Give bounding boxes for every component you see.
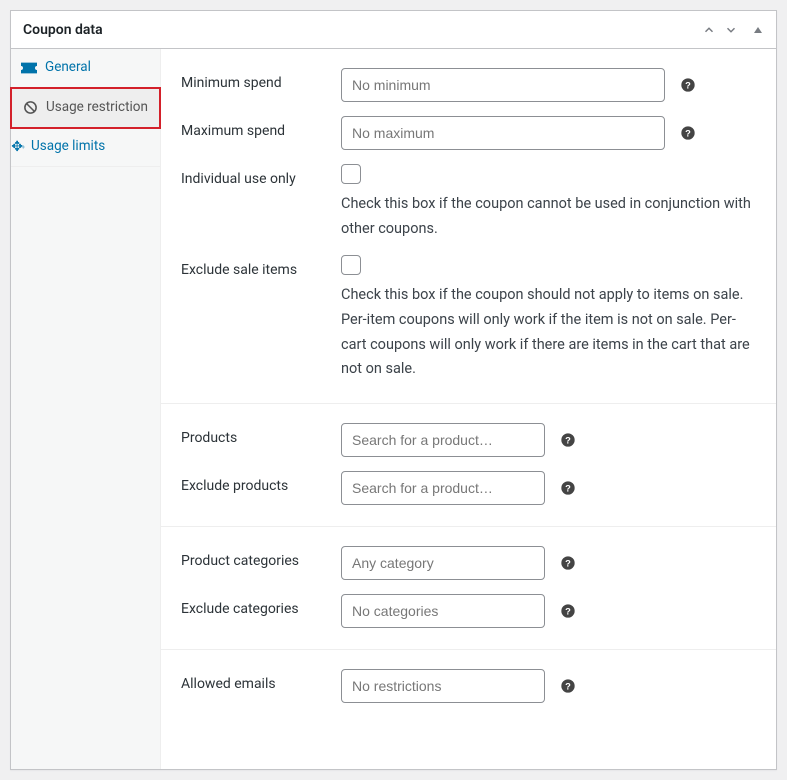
individual-use-desc: Check this box if the coupon cannot be u… (341, 192, 756, 241)
panel-title: Coupon data (23, 22, 103, 38)
label-individual-use: Individual use only (181, 164, 341, 187)
side-tabs: General Usage restriction ✥ Usag (11, 49, 161, 769)
individual-use-checkbox[interactable] (341, 164, 361, 184)
tab-usage-limits[interactable]: ✥ Usage limits (11, 128, 160, 167)
ticket-icon (21, 60, 37, 76)
help-icon[interactable]: ? (559, 431, 577, 449)
product-categories-input[interactable] (341, 546, 545, 580)
help-icon[interactable]: ? (559, 677, 577, 695)
field-exclude-sale: Exclude sale items Check this box if the… (161, 248, 776, 389)
help-icon[interactable]: ? (679, 124, 697, 142)
svg-text:?: ? (685, 80, 691, 90)
move-up-icon[interactable] (702, 23, 716, 37)
section-categories: Product categories ? Exclude categories (161, 527, 776, 650)
exclude-categories-input[interactable] (341, 594, 545, 628)
svg-text:?: ? (565, 606, 571, 616)
svg-text:?: ? (685, 128, 691, 138)
tab-content: Minimum spend ? Maximum spend (161, 49, 776, 769)
label-exclude-sale: Exclude sale items (181, 255, 341, 278)
exclude-products-input[interactable] (341, 471, 545, 505)
svg-text:?: ? (565, 483, 571, 493)
tab-label: Usage limits (31, 138, 105, 156)
label-product-categories: Product categories (181, 546, 341, 569)
tab-general[interactable]: General (11, 49, 160, 88)
tab-usage-restriction[interactable]: Usage restriction (12, 89, 159, 128)
panel-header: Coupon data (11, 11, 776, 49)
allowed-emails-input[interactable] (341, 669, 545, 703)
maximum-spend-input[interactable] (341, 116, 665, 150)
help-icon[interactable]: ? (559, 479, 577, 497)
panel-controls (702, 23, 764, 37)
section-products: Products ? Exclude products (161, 404, 776, 527)
svg-text:?: ? (565, 558, 571, 568)
panel-body: General Usage restriction ✥ Usag (11, 49, 776, 769)
field-products: Products ? (161, 416, 776, 464)
section-emails: Allowed emails ? (161, 650, 776, 724)
move-down-icon[interactable] (724, 23, 738, 37)
svg-text:?: ? (565, 435, 571, 445)
help-icon[interactable]: ? (679, 76, 697, 94)
coupon-data-panel: Coupon data General (10, 10, 777, 770)
help-icon[interactable]: ? (559, 602, 577, 620)
svg-text:?: ? (565, 681, 571, 691)
section-spend-rules: Minimum spend ? Maximum spend (161, 49, 776, 404)
exclude-sale-desc: Check this box if the coupon should not … (341, 283, 756, 382)
field-individual-use: Individual use only Check this box if th… (161, 157, 776, 248)
tab-label: Usage restriction (46, 99, 148, 117)
label-exclude-products: Exclude products (181, 471, 341, 494)
minimum-spend-input[interactable] (341, 68, 665, 102)
field-minimum-spend: Minimum spend ? (161, 61, 776, 109)
help-icon[interactable]: ? (559, 554, 577, 572)
label-allowed-emails: Allowed emails (181, 669, 341, 692)
tab-label: General (45, 59, 91, 77)
field-product-categories: Product categories ? (161, 539, 776, 587)
field-maximum-spend: Maximum spend ? (161, 109, 776, 157)
block-icon (22, 100, 38, 116)
collapse-icon[interactable] (752, 24, 764, 36)
label-products: Products (181, 423, 341, 446)
field-allowed-emails: Allowed emails ? (161, 662, 776, 710)
exclude-sale-checkbox[interactable] (341, 255, 361, 275)
products-input[interactable] (341, 423, 545, 457)
label-minimum-spend: Minimum spend (181, 68, 341, 91)
tab-highlight: Usage restriction (10, 87, 161, 130)
label-exclude-categories: Exclude categories (181, 594, 341, 617)
field-exclude-products: Exclude products ? (161, 464, 776, 512)
label-maximum-spend: Maximum spend (181, 116, 341, 139)
field-exclude-categories: Exclude categories ? (161, 587, 776, 635)
